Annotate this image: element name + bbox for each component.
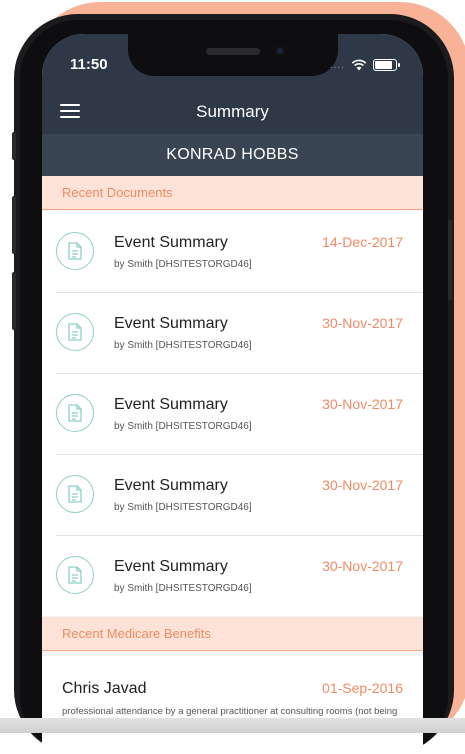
power-button xyxy=(448,220,452,300)
recent-medicare-benefits-header: Recent Medicare Benefits xyxy=(42,617,423,651)
volume-up-button xyxy=(12,196,16,254)
document-date: 14-Dec-2017 xyxy=(322,234,403,250)
document-item[interactable]: Event Summary by Smith [DHSITESTORGD46] … xyxy=(42,454,423,535)
document-author: by Smith [DHSITESTORGD46] xyxy=(114,583,252,594)
patient-name-banner: KONRAD HOBBS xyxy=(42,134,423,176)
status-time: 11:50 xyxy=(70,56,108,73)
bottom-edge xyxy=(0,718,465,733)
speaker-grille xyxy=(206,48,260,55)
page-title: Summary xyxy=(196,102,269,121)
document-icon xyxy=(56,394,94,432)
signal-icon: .... xyxy=(329,59,345,71)
document-item[interactable]: Event Summary by Smith [DHSITESTORGD46] … xyxy=(42,535,423,616)
volume-down-button xyxy=(12,272,16,330)
document-author: by Smith [DHSITESTORGD46] xyxy=(114,502,252,513)
document-title: Event Summary xyxy=(114,315,228,332)
recent-documents-list: Event Summary by Smith [DHSITESTORGD46] … xyxy=(42,211,423,616)
document-title: Event Summary xyxy=(114,396,228,413)
document-title: Event Summary xyxy=(114,558,228,575)
document-icon xyxy=(56,313,94,351)
document-title: Event Summary xyxy=(114,477,228,494)
document-icon xyxy=(56,475,94,513)
mute-switch xyxy=(12,132,16,160)
document-author: by Smith [DHSITESTORGD46] xyxy=(114,340,252,351)
document-item[interactable]: Event Summary by Smith [DHSITESTORGD46] … xyxy=(42,292,423,373)
status-bar: 11:50 .... xyxy=(42,34,423,90)
recent-documents-header: Recent Documents xyxy=(42,176,423,210)
wifi-icon xyxy=(351,59,367,71)
document-author: by Smith [DHSITESTORGD46] xyxy=(114,421,252,432)
document-icon xyxy=(56,232,94,270)
battery-icon xyxy=(373,59,400,71)
status-icons: .... xyxy=(329,59,400,71)
benefit-provider-name: Chris Javad xyxy=(62,680,147,697)
front-camera xyxy=(274,45,286,57)
document-item[interactable]: Event Summary by Smith [DHSITESTORGD46] … xyxy=(42,211,423,292)
document-date: 30-Nov-2017 xyxy=(322,477,403,493)
document-date: 30-Nov-2017 xyxy=(322,315,403,331)
document-item[interactable]: Event Summary by Smith [DHSITESTORGD46] … xyxy=(42,373,423,454)
app-screen: 11:50 .... Summary KONRAD HOBBS Recent D… xyxy=(42,34,423,754)
document-title: Event Summary xyxy=(114,234,228,251)
benefit-date: 01-Sep-2016 xyxy=(322,680,403,696)
device-notch xyxy=(128,34,338,76)
document-date: 30-Nov-2017 xyxy=(322,558,403,574)
document-date: 30-Nov-2017 xyxy=(322,396,403,412)
navigation-bar: Summary xyxy=(42,90,423,134)
document-author: by Smith [DHSITESTORGD46] xyxy=(114,259,252,270)
benefit-item[interactable]: Chris Javad 01-Sep-2016 professional att… xyxy=(42,656,423,754)
document-icon xyxy=(56,556,94,594)
